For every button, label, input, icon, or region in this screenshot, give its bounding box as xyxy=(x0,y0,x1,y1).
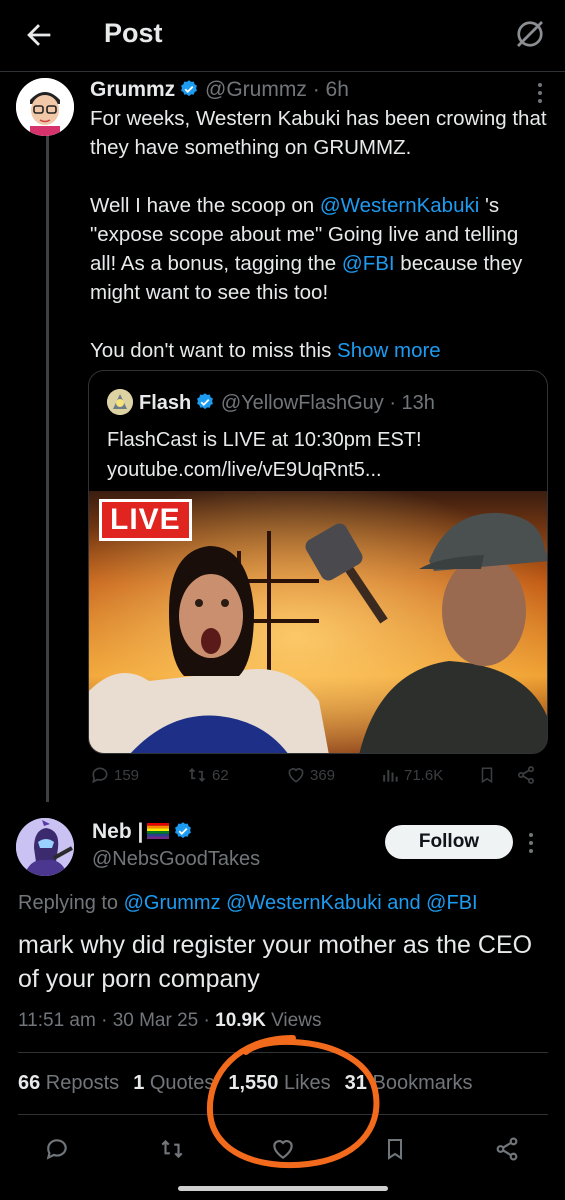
heart-icon[interactable] xyxy=(270,1136,296,1162)
share-icon[interactable] xyxy=(494,1136,520,1162)
reply-views-count: 10.9K xyxy=(215,1010,266,1031)
post-paragraph-3: You don't want to miss this Show more xyxy=(90,336,550,365)
likes-stat[interactable]: 1,550 Likes xyxy=(228,1072,330,1094)
quotes-stat-count: 1 xyxy=(133,1072,145,1094)
home-indicator xyxy=(178,1186,388,1191)
reply-timestamp[interactable]: 11:51 am · 30 Mar 25 · xyxy=(18,1010,215,1031)
author-row: Grummz @Grummz · 6h xyxy=(90,78,349,105)
reply-action[interactable]: 159 xyxy=(90,765,139,785)
bookmark-icon xyxy=(478,765,496,785)
post-time: · 6h xyxy=(312,78,349,101)
reply-action-bar xyxy=(0,1130,565,1174)
quotes-stat[interactable]: 1 Quotes xyxy=(133,1072,214,1094)
views-chart-icon xyxy=(380,765,400,785)
quote-line-1: FlashCast is LIVE at 10:30pm EST! xyxy=(107,429,422,451)
mention-fbi[interactable]: @FBI xyxy=(342,252,395,275)
quoted-post-card[interactable]: Flash @YellowFlashGuy · 13h FlashCast is… xyxy=(88,370,548,754)
bookmarks-stat-label: Bookmarks xyxy=(366,1072,473,1094)
views-action[interactable]: 71.6K xyxy=(380,765,443,785)
views-count: 71.6K xyxy=(404,766,444,784)
post-action-bar: 159 62 369 71.6K xyxy=(90,762,550,790)
reply-icon[interactable] xyxy=(44,1136,70,1162)
quote-author-row: Flash @YellowFlashGuy · 13h xyxy=(107,389,435,418)
reply-verified-badge-icon xyxy=(173,821,193,847)
top-bar: Post xyxy=(0,0,565,72)
share-icon xyxy=(516,765,536,785)
mention-westernkabuki[interactable]: @WesternKabuki xyxy=(320,194,479,217)
back-arrow-icon[interactable] xyxy=(22,18,56,52)
live-badge: LIVE xyxy=(99,499,192,541)
reply-stats-row: 66 Reposts 1 Quotes 1,550 Likes 31 Bookmark… xyxy=(18,1072,487,1095)
like-count: 369 xyxy=(310,766,336,784)
repost-icon[interactable] xyxy=(158,1136,186,1162)
quote-line-2: youtube.com/live/vE9UqRnt5... xyxy=(107,459,382,481)
bookmark-icon[interactable] xyxy=(383,1136,407,1162)
bookmarks-stat[interactable]: 31 Bookmarks xyxy=(345,1072,473,1094)
follow-button[interactable]: Follow xyxy=(385,825,513,859)
rainbow-flag-icon xyxy=(147,821,170,839)
thread-connector xyxy=(46,130,49,802)
divider xyxy=(18,1114,548,1115)
reply-views-label: Views xyxy=(265,1010,322,1031)
quote-author-handle: @YellowFlashGuy xyxy=(220,392,384,414)
quote-author-avatar xyxy=(107,389,133,415)
quote-thumbnail-image[interactable]: LIVE xyxy=(89,491,547,753)
reply-author-handle[interactable]: @NebsGoodTakes xyxy=(92,848,260,871)
replying-prefix: Replying to xyxy=(18,892,124,914)
author-handle[interactable]: @Grummz xyxy=(205,78,307,101)
verified-badge-icon xyxy=(179,79,199,105)
author-name[interactable]: Grummz xyxy=(90,78,175,101)
repost-icon xyxy=(186,765,208,785)
quote-author-name: Flash xyxy=(139,392,192,414)
post-paragraph-2-start: Well I have the scoop on xyxy=(90,194,315,217)
share-action[interactable] xyxy=(516,765,536,785)
reply-author-name-row: Neb | xyxy=(92,820,193,847)
grok-icon[interactable] xyxy=(512,16,548,52)
post-body: For weeks, Western Kabuki has been crowi… xyxy=(90,104,550,365)
repost-count: 62 xyxy=(212,766,229,784)
quote-text: FlashCast is LIVE at 10:30pm EST! youtub… xyxy=(107,425,527,485)
reply-count: 159 xyxy=(114,766,140,784)
reply-meta-row: 11:51 am · 30 Mar 25 · 10.9K Views xyxy=(18,1010,321,1032)
bookmark-action[interactable] xyxy=(478,765,496,785)
likes-stat-count: 1,550 xyxy=(228,1072,279,1094)
reply-author-name[interactable]: Neb | xyxy=(92,820,143,843)
post-paragraph-1: For weeks, Western Kabuki has been crowi… xyxy=(90,107,547,159)
show-more-link[interactable]: Show more xyxy=(337,339,441,362)
quotes-stat-label: Quotes xyxy=(144,1072,215,1094)
heart-icon xyxy=(286,765,306,785)
reposts-stat-count: 66 xyxy=(18,1072,41,1094)
author-avatar[interactable] xyxy=(16,78,74,136)
bookmarks-stat-count: 31 xyxy=(344,1072,367,1094)
reposts-stat-label: Reposts xyxy=(40,1072,120,1094)
like-action[interactable]: 369 xyxy=(286,765,335,785)
reply-body: mark why did register your mother as the… xyxy=(18,931,533,993)
replying-to-line: Replying to @Grummz @WesternKabuki and @… xyxy=(18,892,478,915)
reply-author-avatar[interactable] xyxy=(16,818,74,876)
likes-stat-label: Likes xyxy=(278,1072,331,1094)
post-paragraph-3-text: You don't want to miss this xyxy=(90,339,332,362)
post-paragraph-2: Well I have the scoop on @WesternKabuki … xyxy=(90,191,550,307)
reposts-stat[interactable]: 66 Reposts xyxy=(18,1072,119,1094)
reply-more-options-icon[interactable] xyxy=(528,832,534,854)
repost-action[interactable]: 62 xyxy=(186,765,229,785)
more-options-icon[interactable] xyxy=(537,82,543,104)
reply-icon xyxy=(90,765,110,785)
divider xyxy=(18,1052,548,1053)
quote-verified-badge-icon xyxy=(195,392,215,418)
page-title: Post xyxy=(104,18,163,48)
quote-time: · 13h xyxy=(389,392,435,414)
replying-to-mentions[interactable]: @Grummz @WesternKabuki and @FBI xyxy=(124,892,478,914)
